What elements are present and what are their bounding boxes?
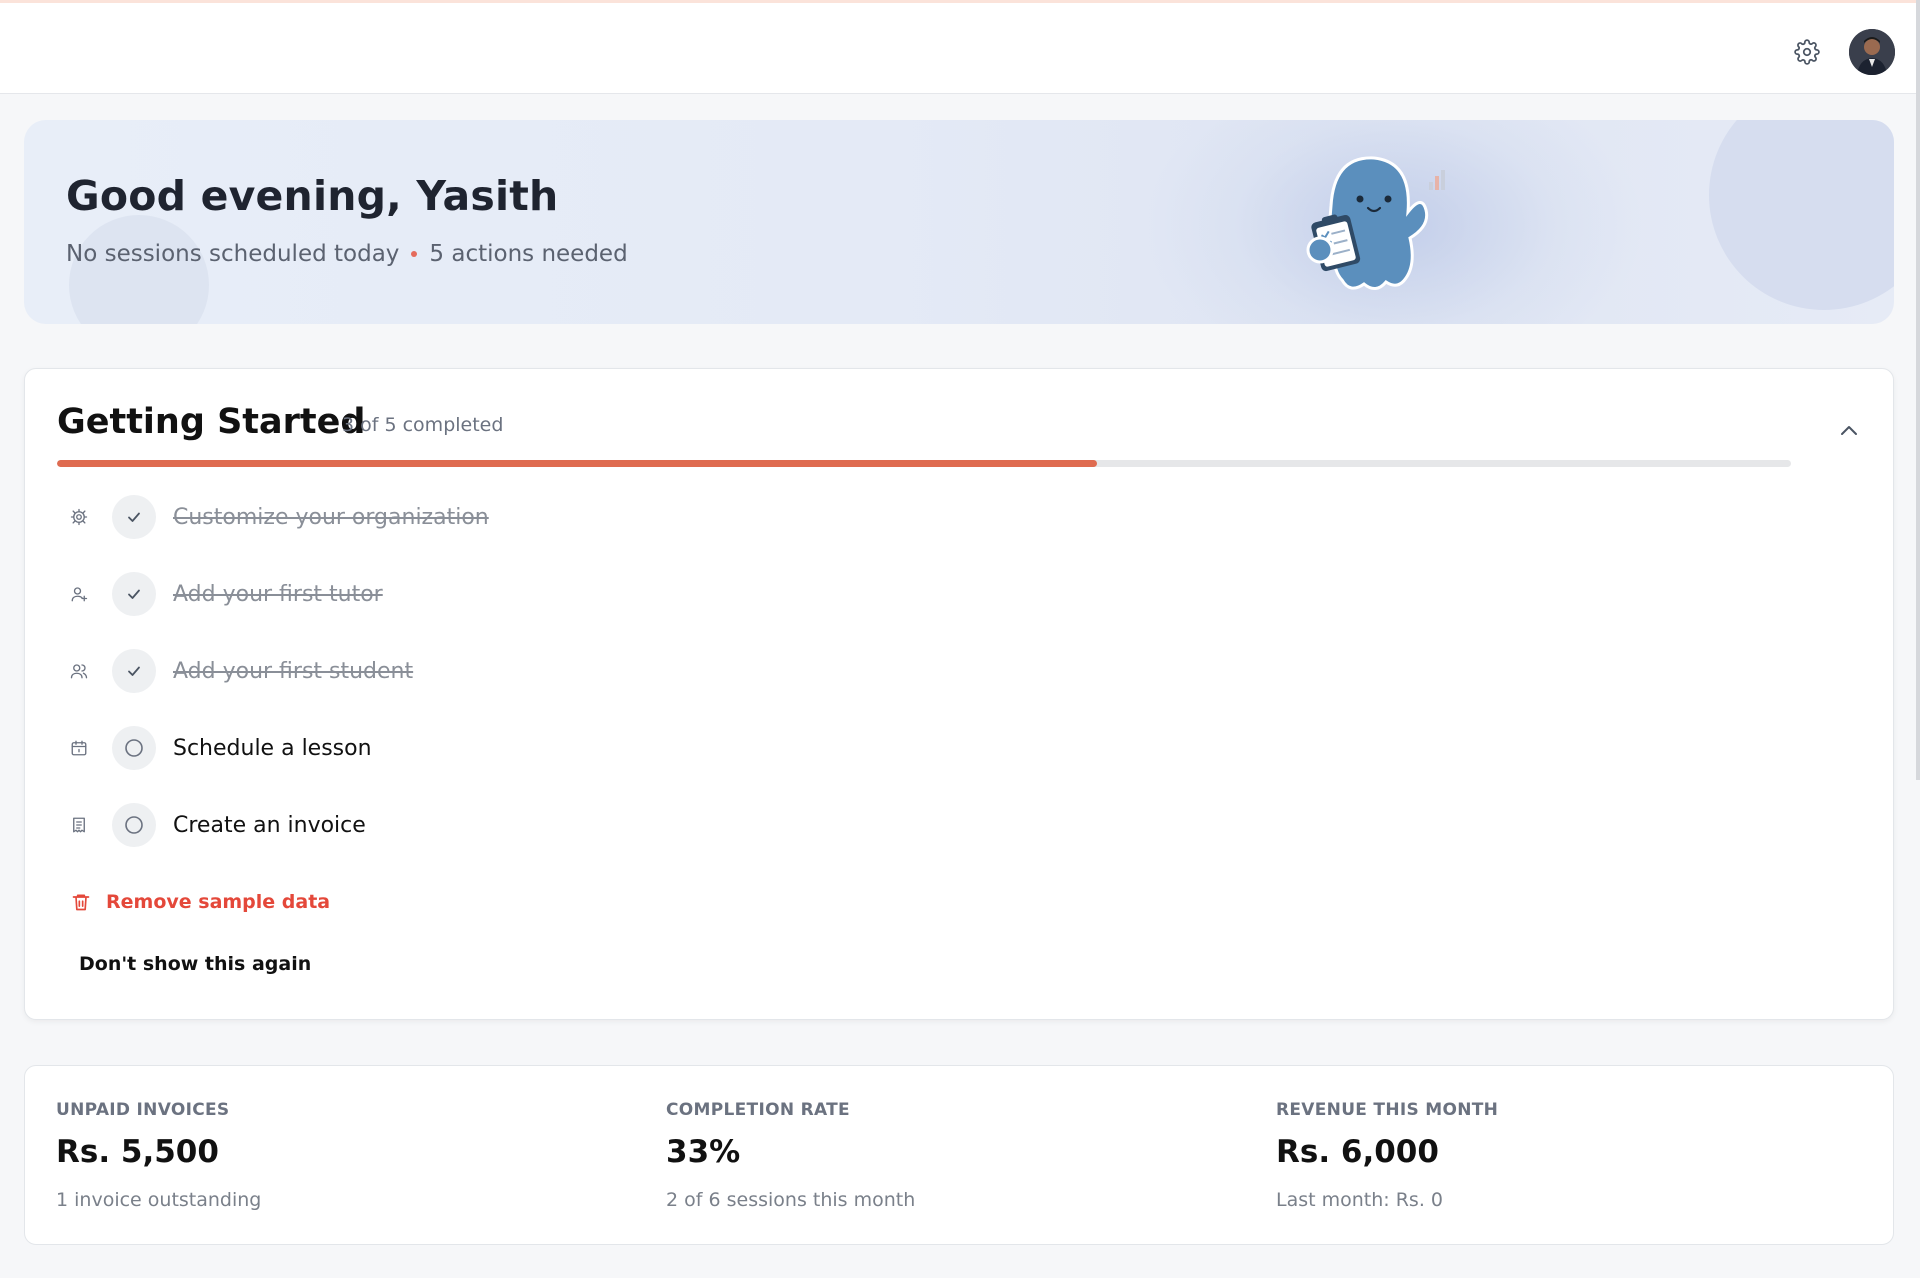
avatar-image (1849, 29, 1895, 75)
avatar[interactable] (1849, 29, 1895, 75)
check-icon (112, 572, 156, 616)
receipt-icon (69, 815, 89, 835)
stat-revenue-this-month: REVENUE THIS MONTH Rs. 6,000 Last month:… (1276, 1066, 1836, 1246)
greeting-subtitle: No sessions scheduled today 5 actions ne… (66, 241, 628, 267)
stat-subtext: 1 invoice outstanding (56, 1189, 262, 1211)
stat-label: COMPLETION RATE (666, 1100, 850, 1120)
stat-completion-rate: COMPLETION RATE 33% 2 of 6 sessions this… (666, 1066, 1226, 1246)
task-add-tutor[interactable]: Add your first tutor (69, 572, 769, 616)
task-label: Customize your organization (173, 504, 489, 530)
settings-button[interactable] (1792, 37, 1822, 67)
chevron-up-icon (1841, 426, 1857, 435)
task-schedule-lesson[interactable]: Schedule a lesson (69, 726, 769, 770)
collapse-button[interactable] (1838, 421, 1860, 439)
mascot-illustration (1306, 156, 1445, 290)
decorative-blob (69, 215, 209, 324)
separator-dot (411, 251, 418, 257)
greeting-banner: Good evening, Yasith No sessions schedul… (24, 120, 1894, 324)
task-create-invoice[interactable]: Create an invoice (69, 803, 769, 847)
progress-bar (57, 460, 1791, 467)
decorative-blob (1709, 120, 1894, 310)
task-customize-organization[interactable]: Customize your organization (69, 495, 769, 539)
progress-fill (57, 460, 1098, 467)
stat-label: UNPAID INVOICES (56, 1100, 230, 1120)
getting-started-title: Getting Started (57, 402, 366, 442)
task-label: Add your first tutor (173, 581, 383, 607)
stat-label: REVENUE THIS MONTH (1276, 1100, 1499, 1120)
task-label: Schedule a lesson (173, 735, 372, 761)
calendar-icon (69, 738, 89, 758)
task-label: Create an invoice (173, 812, 366, 838)
top-bar (0, 0, 1920, 94)
stats-card: UNPAID INVOICES Rs. 5,500 1 invoice outs… (24, 1065, 1894, 1245)
task-label: Add your first student (173, 658, 414, 684)
task-add-student[interactable]: Add your first student (69, 649, 769, 693)
actions-status: 5 actions needed (429, 241, 628, 267)
gear-icon (69, 507, 89, 527)
check-icon (112, 495, 156, 539)
stat-value: 33% (666, 1134, 741, 1170)
getting-started-card: Getting Started 3 of 5 completed Customi… (24, 368, 1894, 1020)
scrollbar[interactable] (1916, 0, 1920, 780)
user-plus-icon (69, 584, 89, 604)
gear-icon (1794, 39, 1820, 65)
trash-icon (72, 894, 90, 911)
users-icon (69, 661, 89, 681)
remove-sample-data-label: Remove sample data (106, 891, 331, 913)
remove-sample-data-button[interactable]: Remove sample data (71, 891, 330, 913)
dont-show-again-button[interactable]: Don't show this again (79, 953, 311, 975)
stat-subtext: Last month: Rs. 0 (1276, 1189, 1443, 1211)
empty-circle-icon (112, 803, 156, 847)
sessions-status: No sessions scheduled today (66, 241, 400, 267)
empty-circle-icon (112, 726, 156, 770)
greeting-title: Good evening, Yasith (66, 172, 559, 220)
stat-subtext: 2 of 6 sessions this month (666, 1189, 916, 1211)
stat-value: Rs. 6,000 (1276, 1134, 1439, 1170)
stat-unpaid-invoices: UNPAID INVOICES Rs. 5,500 1 invoice outs… (56, 1066, 616, 1246)
stat-value: Rs. 5,500 (56, 1134, 219, 1170)
completion-count: 3 of 5 completed (342, 414, 504, 436)
check-icon (112, 649, 156, 693)
